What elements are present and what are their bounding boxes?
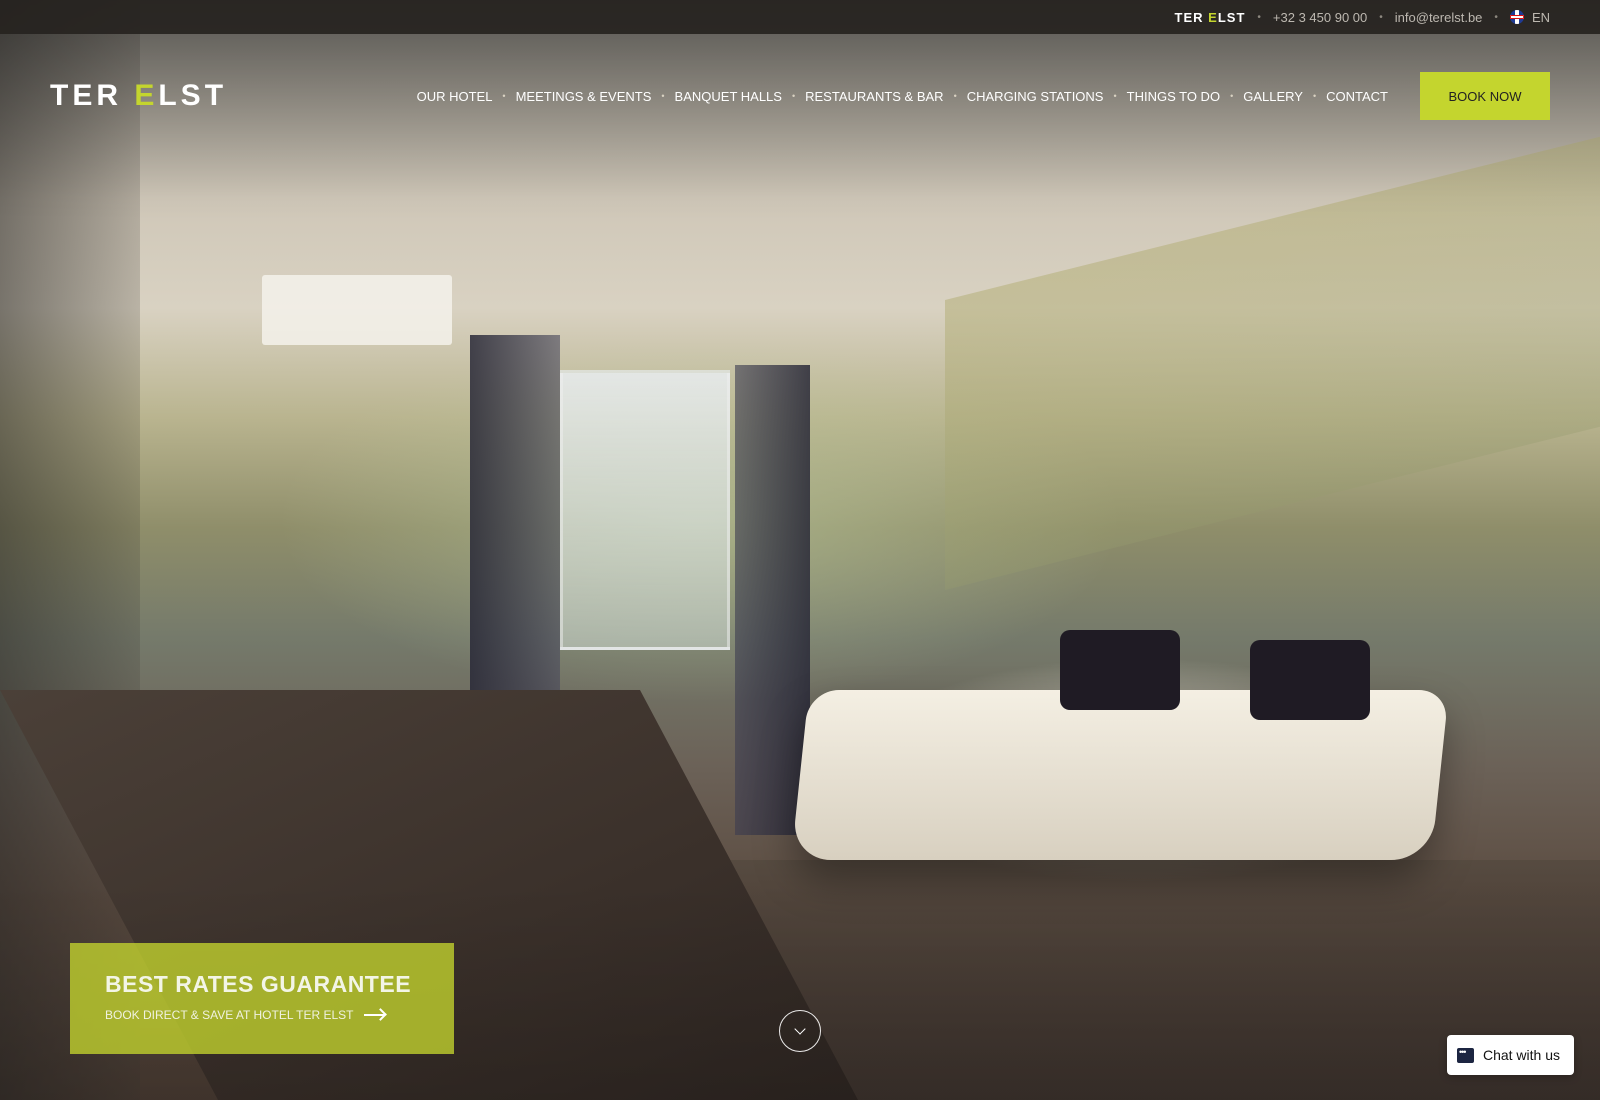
nav-separator-dot: • [1113,91,1117,101]
nav-item-contact[interactable]: CONTACT [1326,89,1388,104]
chat-label: Chat with us [1482,1047,1560,1063]
nav-separator-dot: • [953,91,957,101]
nav-separator-dot: • [661,91,665,101]
chevron-down-icon [794,1023,806,1035]
main-header: TER ELST OUR HOTEL • MEETINGS & EVENTS •… [50,68,1550,124]
promo-link[interactable]: BOOK DIRECT & SAVE AT HOTEL TER ELST [105,1008,419,1022]
book-now-button[interactable]: BOOK NOW [1420,72,1550,120]
main-navigation: OUR HOTEL • MEETINGS & EVENTS • BANQUET … [417,72,1550,120]
chat-bubble-icon [1456,1047,1474,1063]
topbar-phone-link[interactable]: +32 3 450 90 00 [1273,10,1367,25]
nav-item-banquet-halls[interactable]: BANQUET HALLS [675,89,782,104]
separator-dot: • [1257,11,1261,23]
nav-separator-dot: • [1230,91,1234,101]
scroll-down-button[interactable] [779,1010,821,1052]
separator-dot: • [1494,11,1498,23]
nav-separator-dot: • [1312,91,1317,101]
nav-item-restaurants-bar[interactable]: RESTAURANTS & BAR [805,89,943,104]
best-rates-promo[interactable]: BEST RATES GUARANTEE BOOK DIRECT & SAVE … [70,943,454,1054]
nav-item-meetings-events[interactable]: MEETINGS & EVENTS [516,89,652,104]
uk-flag-icon [1509,10,1524,24]
promo-subtitle: BOOK DIRECT & SAVE AT HOTEL TER ELST [105,1008,354,1022]
nav-item-charging-stations[interactable]: CHARGING STATIONS [967,89,1104,104]
site-logo[interactable]: TER ELST [50,79,227,113]
nav-item-our-hotel[interactable]: OUR HOTEL [417,89,493,104]
chat-widget-button[interactable]: Chat with us [1446,1035,1574,1075]
promo-title: BEST RATES GUARANTEE [105,971,412,997]
topbar-brand-logo[interactable]: TER ELST [1175,10,1246,25]
arrow-right-icon [363,1014,384,1016]
nav-item-gallery[interactable]: GALLERY [1243,89,1303,104]
language-selector[interactable]: EN [1509,9,1550,25]
hero-background-image [0,0,1600,1100]
nav-item-things-to-do[interactable]: THINGS TO DO [1127,89,1220,104]
nav-separator-dot: • [791,91,796,101]
nav-separator-dot: • [502,91,506,101]
separator-dot: • [1379,11,1383,23]
top-utility-bar: TER ELST • +32 3 450 90 00 • info@terels… [0,0,1600,34]
topbar-email-link[interactable]: info@terelst.be [1395,10,1483,25]
language-label: EN [1531,9,1550,25]
